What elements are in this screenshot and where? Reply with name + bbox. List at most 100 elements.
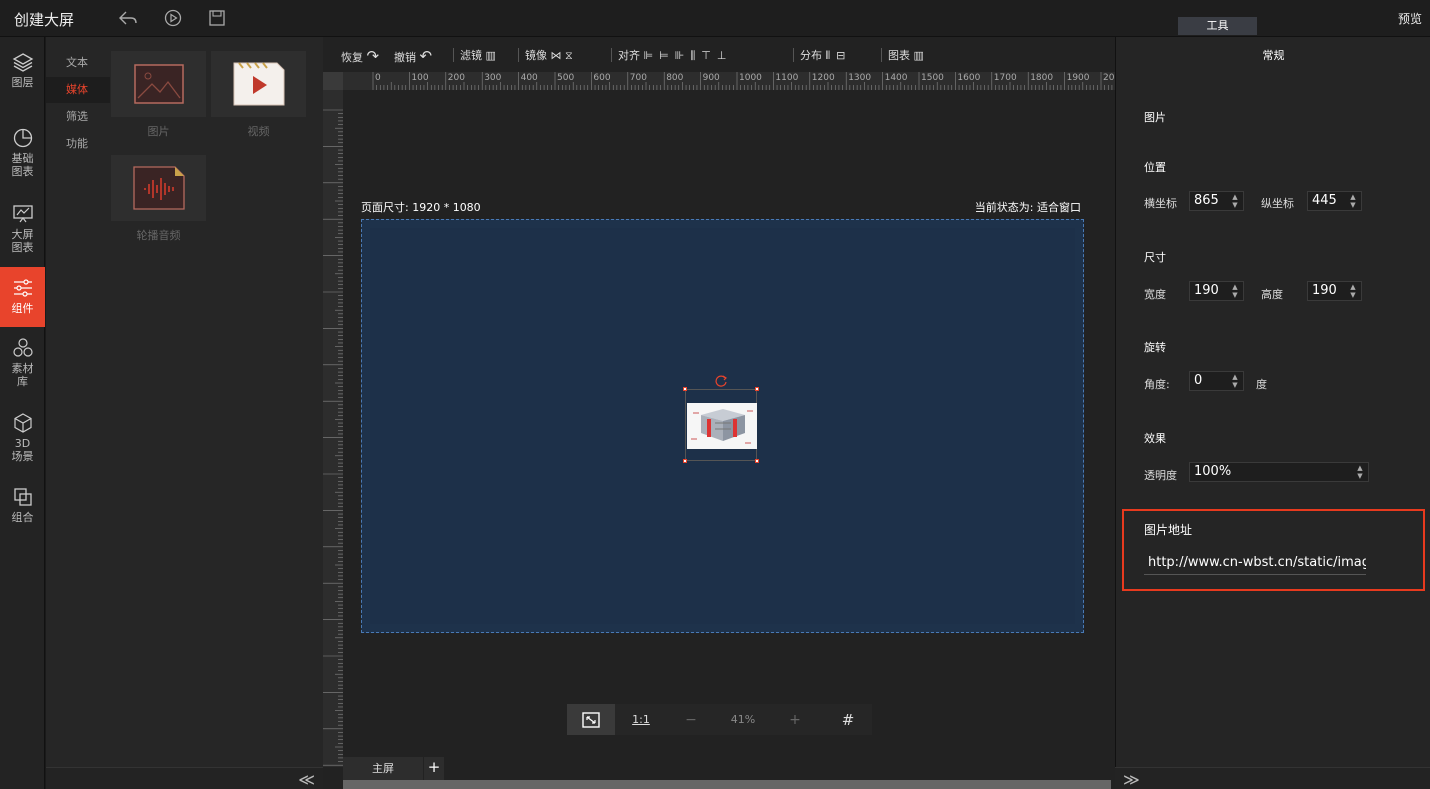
flip-vertical-icon: ⧖ bbox=[565, 49, 573, 62]
ruler-label: 500 bbox=[557, 73, 574, 83]
resize-handle-br[interactable] bbox=[755, 459, 759, 463]
ruler-label: 1500 bbox=[921, 73, 944, 83]
subcat-function[interactable]: 功能 bbox=[46, 131, 110, 157]
grid-toggle-icon[interactable]: # bbox=[824, 704, 872, 735]
angle-label: 角度: bbox=[1144, 378, 1170, 391]
y-label: 纵坐标 bbox=[1261, 197, 1294, 210]
zoom-level: 41% bbox=[730, 713, 756, 726]
zoom-in-button[interactable]: + bbox=[771, 704, 819, 735]
x-label: 横坐标 bbox=[1144, 197, 1177, 210]
add-screen-button[interactable]: + bbox=[424, 757, 444, 780]
asset-video[interactable]: 视频 bbox=[211, 51, 306, 139]
ruler-label: 1200 bbox=[812, 73, 835, 83]
resize-handle-tr[interactable] bbox=[755, 387, 759, 391]
width-input[interactable]: 190 ▲ ▼ bbox=[1189, 281, 1244, 301]
mirror-button[interactable]: 镜像 ⋈ ⧖ bbox=[525, 47, 573, 63]
chart-button[interactable]: 图表 ▥ bbox=[888, 47, 924, 63]
audio-icon bbox=[132, 166, 185, 210]
subcat-text[interactable]: 文本 bbox=[46, 50, 110, 76]
properties-panel: 常规 图片 位置 横坐标 865 ▲ ▼ 纵坐标 445 ▲ ▼ 尺寸 宽度 190 ▲ ▼… bbox=[1115, 37, 1430, 767]
filter-button[interactable]: 滤镜 ▥ bbox=[460, 47, 496, 63]
angle-input[interactable]: 0 ▲ ▼ bbox=[1189, 371, 1244, 391]
ruler-label: 1300 bbox=[848, 73, 871, 83]
ruler-label: 0 bbox=[375, 73, 381, 83]
ruler-label: 100 bbox=[411, 73, 428, 83]
nav-layers[interactable]: 图层 bbox=[0, 51, 45, 101]
tools-tab[interactable]: 工具 bbox=[1178, 17, 1257, 35]
top-bar: 创建大屏 工具 预览 bbox=[0, 0, 1430, 37]
asset-image[interactable]: 图片 bbox=[111, 51, 206, 139]
image-preview bbox=[687, 403, 757, 449]
position-section-title: 位置 bbox=[1144, 161, 1166, 174]
tab-main-screen[interactable]: 主屏 bbox=[343, 757, 423, 780]
opacity-input[interactable]: 100% ▲ ▼ bbox=[1189, 462, 1369, 482]
nav-components[interactable]: 组件 bbox=[0, 267, 45, 327]
redo-button[interactable]: 恢复 ↷ bbox=[341, 47, 379, 65]
subcat-filter[interactable]: 筛选 bbox=[46, 104, 110, 130]
fit-window-icon bbox=[582, 711, 600, 728]
nav-groups[interactable]: 组合 bbox=[0, 486, 45, 531]
size-section-title: 尺寸 bbox=[1144, 251, 1166, 264]
horizontal-scrollbar[interactable] bbox=[343, 780, 1111, 789]
opacity-stepper-icon: ▲ ▼ bbox=[1357, 464, 1363, 480]
resize-handle-bl[interactable] bbox=[683, 459, 687, 463]
nav-materials[interactable]: 素材库 bbox=[0, 337, 45, 397]
panel-header: 常规 bbox=[1262, 49, 1285, 62]
subcat-media[interactable]: 媒体 bbox=[46, 77, 110, 103]
y-input[interactable]: 445 ▲ ▼ bbox=[1307, 191, 1362, 211]
zoom-out-button[interactable]: − bbox=[667, 704, 715, 735]
angle-stepper-icon: ▲ ▼ bbox=[1232, 373, 1238, 389]
effect-section-title: 效果 bbox=[1144, 432, 1166, 445]
collapse-right-icon[interactable]: ≫ bbox=[1123, 770, 1140, 789]
ruler-label: 200 bbox=[448, 73, 465, 83]
height-stepper-icon: ▲ ▼ bbox=[1350, 283, 1356, 299]
image-icon bbox=[133, 64, 184, 104]
nav-3d-scene[interactable]: 3D 场景 bbox=[0, 412, 45, 472]
ruler-label: 1800 bbox=[1030, 73, 1053, 83]
nav-basic-charts[interactable]: 基础 图表 bbox=[0, 127, 45, 187]
width-label: 宽度 bbox=[1144, 288, 1166, 301]
chart-icon: ▥ bbox=[913, 49, 924, 62]
layers-icon bbox=[12, 53, 33, 72]
save-icon[interactable] bbox=[207, 8, 227, 28]
ruler-label: 1700 bbox=[994, 73, 1017, 83]
left-panel-footer: ≪ bbox=[46, 767, 323, 789]
ruler-label: 600 bbox=[593, 73, 610, 83]
back-icon[interactable] bbox=[118, 8, 138, 28]
play-icon[interactable] bbox=[163, 8, 183, 28]
collapse-left-icon[interactable]: ≪ bbox=[298, 770, 315, 789]
y-stepper-icon: ▲ ▼ bbox=[1350, 193, 1356, 209]
image-section-title: 图片 bbox=[1144, 111, 1166, 124]
selected-image-widget[interactable] bbox=[683, 375, 759, 463]
actual-size-button[interactable]: 1:1 bbox=[619, 704, 663, 735]
pie-chart-icon bbox=[13, 128, 32, 148]
nav-screen-charts[interactable]: 大屏 图表 bbox=[0, 203, 45, 263]
ruler-corner bbox=[323, 72, 343, 90]
rotate-handle-icon[interactable] bbox=[714, 374, 728, 388]
ruler-label: 1000 bbox=[739, 73, 762, 83]
image-url-section: 图片地址 http://www.cn-wbst.cn/static/image bbox=[1122, 509, 1425, 591]
width-stepper-icon: ▲ ▼ bbox=[1232, 283, 1238, 299]
resize-handle-tl[interactable] bbox=[683, 387, 687, 391]
asset-audio-carousel[interactable]: 轮播音频 bbox=[111, 155, 206, 243]
sliders-icon bbox=[13, 279, 32, 297]
monitor-chart-icon bbox=[12, 205, 33, 223]
height-input[interactable]: 190 ▲ ▼ bbox=[1307, 281, 1362, 301]
opacity-label: 透明度 bbox=[1144, 469, 1177, 482]
align-icons: ⊫⊨⊪⫼⊤⊥ bbox=[643, 49, 733, 62]
app-title: 创建大屏 bbox=[14, 11, 75, 29]
asset-list: 图片 视频 轮播音频 bbox=[110, 37, 323, 767]
undo-button[interactable]: 撤销 ↶ bbox=[394, 47, 432, 65]
fit-window-button[interactable] bbox=[567, 704, 615, 735]
x-input[interactable]: 865 ▲ ▼ bbox=[1189, 191, 1244, 211]
height-label: 高度 bbox=[1261, 288, 1283, 301]
align-button[interactable]: 对齐 ⊫⊨⊪⫼⊤⊥ bbox=[618, 47, 732, 63]
ruler-label: 300 bbox=[484, 73, 501, 83]
horizontal-ruler: 0 100 200 300 400 500 600 700 800 900 1000 1100 1200… bbox=[343, 72, 1115, 90]
preview-button[interactable]: 预览 bbox=[1398, 10, 1422, 27]
distribute-button[interactable]: 分布 ⫴⊟ bbox=[800, 47, 851, 63]
image-url-input[interactable]: http://www.cn-wbst.cn/static/image bbox=[1144, 553, 1366, 575]
current-state-label: 当前状态为: 适合窗口 bbox=[974, 201, 1081, 214]
canvas-area: 恢复 ↷ 撤销 ↶ 滤镜 ▥ 镜像 ⋈ ⧖ 对齐 ⊫⊨⊪⫼⊤⊥ 分布 ⫴⊟ 图表… bbox=[323, 37, 1115, 789]
ruler-label: 1400 bbox=[885, 73, 908, 83]
